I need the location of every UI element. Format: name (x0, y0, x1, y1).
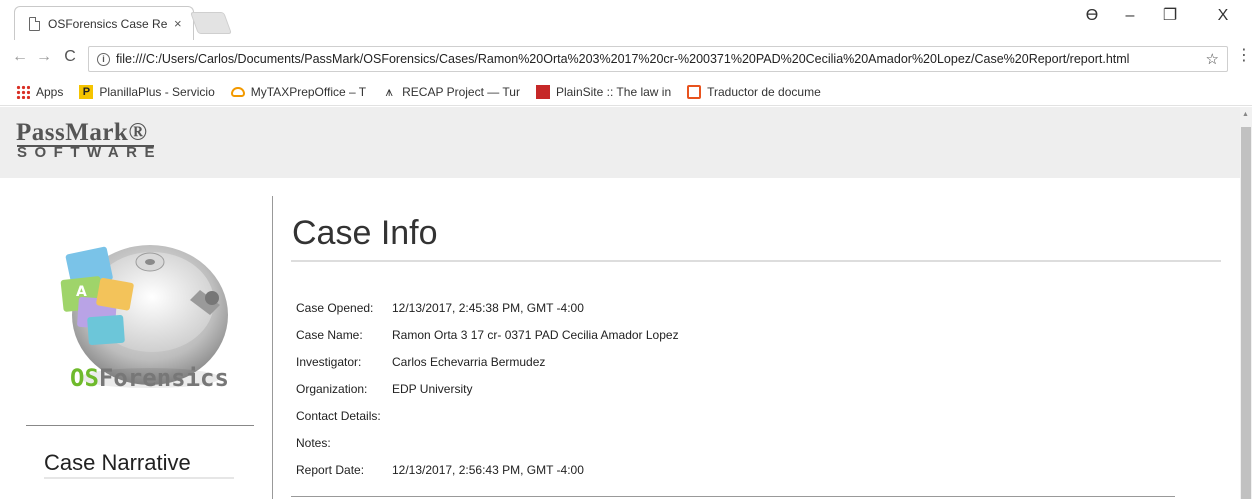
address-row: ← → C i file:///C:/Users/Carlos/Document… (0, 40, 1252, 78)
url-text[interactable]: file:///C:/Users/Carlos/Documents/PassMa… (116, 52, 1206, 66)
title-divider (291, 260, 1221, 262)
tab-close-button[interactable]: × (174, 16, 182, 31)
bookmarks-bar: Apps P PlanillaPlus - Servicio MyTAXPrep… (0, 78, 1252, 106)
plainsite-icon (535, 84, 550, 99)
table-row: Investigator: Carlos Echevarria Bermudez (296, 348, 679, 375)
field-value: Ramon Orta 3 17 cr- 0371 PAD Cecilia Ama… (392, 327, 679, 342)
field-label: Case Opened: (296, 300, 374, 315)
tab-title: OSForensics Case Report (48, 16, 168, 31)
bookmark-planillaplus[interactable]: P PlanillaPlus - Servicio (79, 84, 215, 99)
site-info-icon[interactable]: i (97, 52, 110, 66)
forward-button[interactable]: → (34, 49, 54, 65)
column-divider (272, 196, 273, 499)
planillaplus-icon: P (79, 84, 94, 99)
wordmark-forensics: Forensics (98, 364, 229, 392)
apps-grid-icon (16, 84, 30, 99)
field-label: Investigator: (296, 354, 362, 369)
field-value: Carlos Echevarria Bermudez (392, 354, 546, 369)
field-value (392, 402, 679, 429)
passmark-logo: PassMark® (16, 119, 148, 146)
osforensics-wordmark: OSForensics (70, 364, 229, 392)
page-icon (29, 16, 40, 31)
page-header: PassMark® SOFTWARE (0, 107, 1240, 178)
field-label: Report Date: (296, 462, 365, 477)
bookmark-mytaxprepoffice[interactable]: MyTAXPrepOffice – T (230, 85, 366, 99)
sidebar-item-underline (44, 477, 234, 479)
field-label: Case Name: (296, 327, 363, 342)
table-row: Organization: EDP University (296, 375, 679, 402)
table-row: Case Opened: 12/13/2017, 2:45:38 PM, GMT… (296, 294, 679, 321)
new-tab-button[interactable] (189, 12, 233, 34)
address-bar[interactable]: i file:///C:/Users/Carlos/Documents/Pass… (88, 46, 1228, 72)
field-value (392, 429, 679, 456)
bookmark-translator[interactable]: Traductor de docume (687, 84, 821, 99)
field-label: Notes: (296, 435, 331, 450)
table-row: Notes: (296, 429, 679, 456)
translator-icon (687, 84, 702, 99)
page-title: Case Info (292, 214, 438, 252)
sidebar-divider-line (26, 425, 254, 426)
reload-button[interactable]: C (60, 49, 80, 65)
field-label: Organization: (296, 381, 368, 396)
bookmark-plainsite[interactable]: PlainSite :: The law in (535, 84, 671, 99)
bottom-divider (291, 496, 1175, 497)
page-scrollbar[interactable]: ▲ (1240, 107, 1252, 499)
field-value: EDP University (392, 381, 473, 396)
browser-menu-icon[interactable]: ⋮ (1236, 48, 1252, 64)
profile-icon[interactable]: ϴ (1077, 8, 1107, 24)
bookmark-star-icon[interactable]: ☆ (1206, 50, 1219, 68)
svg-text:A: A (76, 284, 87, 300)
table-row: Case Name: Ramon Orta 3 17 cr- 0371 PAD … (296, 321, 679, 348)
wordmark-os: OS (70, 364, 99, 392)
bookmark-recap[interactable]: ⩚ RECAP Project — Tur (382, 83, 520, 99)
bookmark-apps[interactable]: Apps (16, 84, 63, 99)
sidebar-item-case-narrative[interactable]: Case Narrative (44, 450, 191, 476)
tab-strip: OSForensics Case Report × ϴ – ❐ X (0, 0, 1252, 40)
case-info-table: Case Opened: 12/13/2017, 2:45:38 PM, GMT… (296, 294, 679, 483)
minimize-button[interactable]: – (1115, 8, 1145, 24)
scroll-up-icon[interactable]: ▲ (1242, 111, 1249, 118)
browser-tab[interactable]: OSForensics Case Report × (14, 6, 194, 40)
cloud-icon (230, 86, 245, 97)
field-label: Contact Details: (296, 408, 381, 423)
table-row: Report Date: 12/13/2017, 2:56:43 PM, GMT… (296, 456, 679, 483)
recap-icon: ⩚ (385, 83, 393, 99)
passmark-logo-subtitle: SOFTWARE (17, 144, 162, 161)
table-row: Contact Details: (296, 402, 679, 429)
scrollbar-thumb[interactable] (1241, 127, 1251, 499)
back-button[interactable]: ← (10, 49, 30, 65)
close-window-button[interactable]: X (1208, 8, 1238, 24)
field-value: 12/13/2017, 2:56:43 PM, GMT -4:00 (392, 462, 584, 477)
restore-button[interactable]: ❐ (1155, 8, 1185, 24)
field-value: 12/13/2017, 2:45:38 PM, GMT -4:00 (392, 300, 584, 315)
